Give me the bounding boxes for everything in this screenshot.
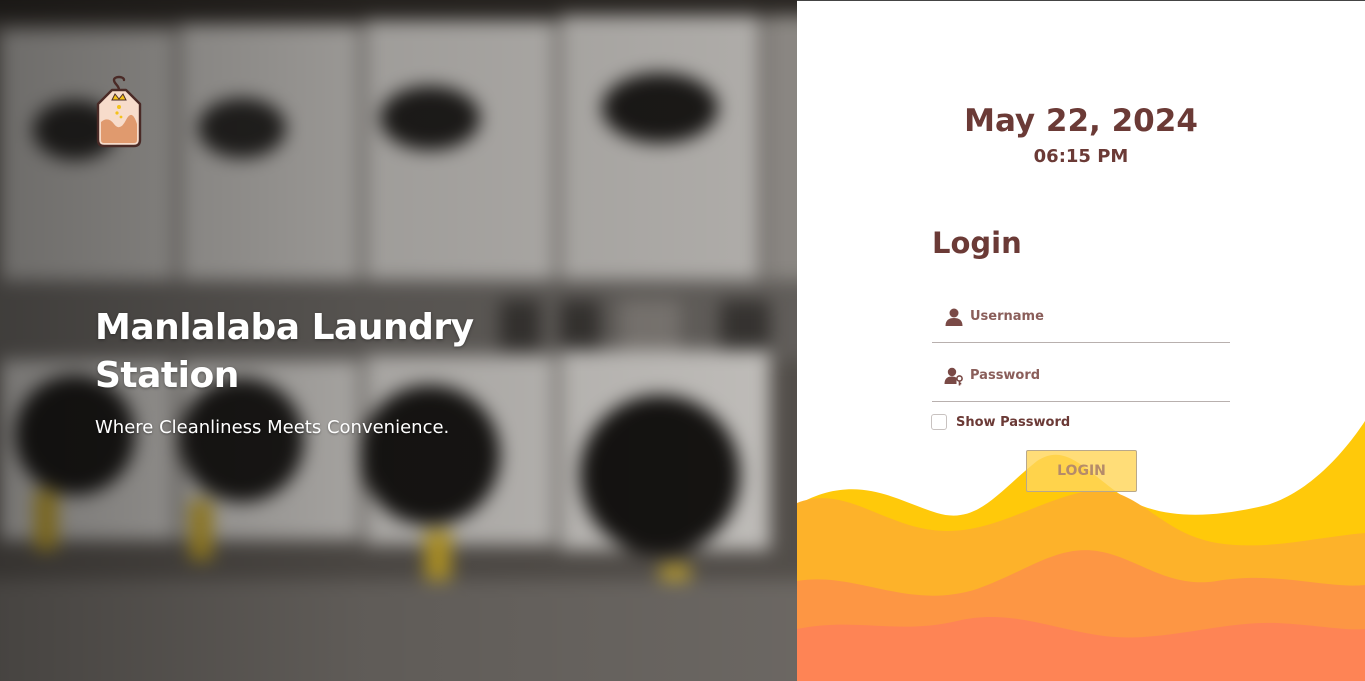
login-heading: Login bbox=[932, 226, 1022, 260]
login-panel: May 22, 2024 06:15 PM Login Show Passwor… bbox=[797, 0, 1365, 681]
current-time: 06:15 PM bbox=[1033, 146, 1129, 167]
user-key-icon bbox=[944, 367, 963, 386]
password-input[interactable] bbox=[970, 362, 1220, 388]
current-date: May 22, 2024 bbox=[964, 103, 1198, 139]
password-field bbox=[932, 354, 1230, 402]
laundry-bag-hanger-logo-icon bbox=[96, 75, 142, 148]
username-input[interactable] bbox=[970, 303, 1220, 329]
hero-panel: Manlalaba Laundry Station Where Cleanlin… bbox=[0, 0, 797, 681]
login-button[interactable]: LOGIN bbox=[1026, 450, 1137, 492]
show-password-label: Show Password bbox=[956, 414, 1071, 430]
show-password-toggle[interactable]: Show Password bbox=[931, 413, 1070, 431]
hero-tagline: Where Cleanliness Meets Convenience. bbox=[95, 417, 450, 438]
hero-title: Manlalaba Laundry Station bbox=[95, 307, 474, 396]
show-password-checkbox[interactable] bbox=[931, 414, 947, 430]
user-icon bbox=[945, 308, 963, 326]
username-field bbox=[932, 295, 1230, 343]
